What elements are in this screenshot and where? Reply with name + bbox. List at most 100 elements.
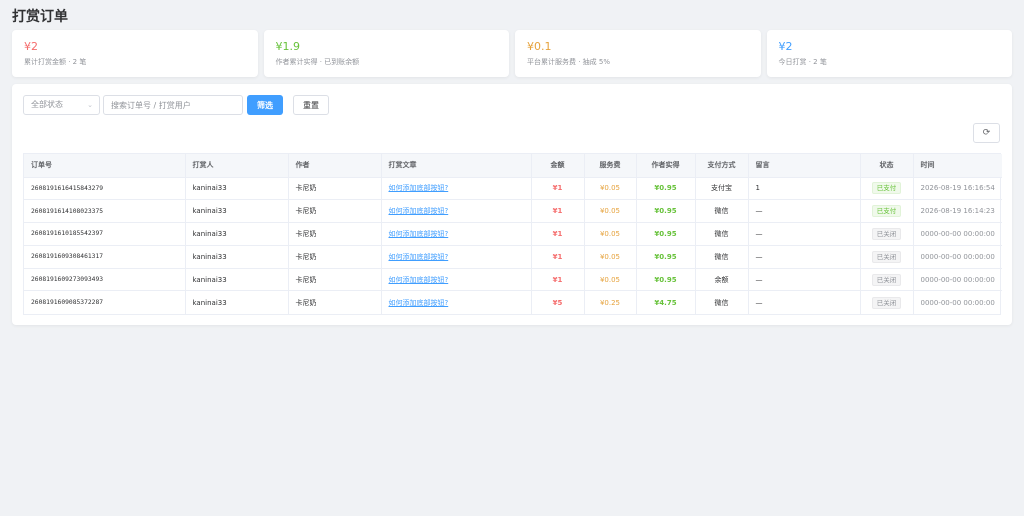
orders-panel: 全部状态 ⌄ 筛选 重置 ⟳ 订单号 打赏人 作者 打赏文章 金额 服务费 作者 bbox=[12, 84, 1012, 325]
column-header: 时间 bbox=[913, 154, 1002, 178]
amount: ¥1 bbox=[531, 177, 585, 201]
service-fee: ¥0.25 bbox=[584, 290, 637, 314]
order-number: 2608191609273093493 bbox=[24, 268, 186, 292]
filter-button[interactable]: 筛选 bbox=[247, 95, 283, 115]
page-title: 打赏订单 bbox=[12, 9, 68, 25]
amount: ¥5 bbox=[531, 290, 585, 314]
table-header-row: 订单号 打赏人 作者 打赏文章 金额 服务费 作者实得 支付方式 留言 状态 时… bbox=[24, 154, 1002, 178]
tipper-name: kaninai33 bbox=[185, 177, 289, 201]
article-link[interactable]: 如何添加底部按钮? bbox=[389, 207, 449, 215]
tipper-name: kaninai33 bbox=[185, 268, 289, 292]
table-row: 2608191614108023375 kaninai33 卡尼奶 如何添加底部按钮?… bbox=[24, 199, 1002, 224]
payment-method: 微信 bbox=[695, 245, 749, 269]
stat-card-author-net: ¥1.9 作者累计实得 · 已到账余额 bbox=[263, 30, 509, 77]
author-net: ¥0.95 bbox=[636, 222, 696, 246]
amount: ¥1 bbox=[531, 245, 585, 269]
article-link[interactable]: 如何添加底部按钮? bbox=[389, 253, 449, 261]
column-header: 打赏人 bbox=[185, 154, 289, 178]
author-net: ¥0.95 bbox=[636, 268, 696, 292]
stat-card-today-tips: ¥2 今日打赏 · 2 笔 bbox=[766, 30, 1012, 77]
stat-desc-total-tips: 累计打赏金额 · 2 笔 bbox=[24, 58, 87, 66]
order-number: 2608191609308461317 bbox=[24, 245, 186, 269]
author-name: 卡尼奶 bbox=[288, 199, 382, 224]
reset-button[interactable]: 重置 bbox=[293, 95, 329, 115]
tipper-name: kaninai33 bbox=[185, 222, 289, 246]
status-badge: 已关闭 bbox=[871, 250, 902, 263]
order-time: 2026-08-19 16:14:23 bbox=[913, 199, 1002, 224]
article-link[interactable]: 如何添加底部按钮? bbox=[389, 184, 449, 192]
author-net: ¥0.95 bbox=[636, 245, 696, 269]
stats-bar: ¥2 累计打赏金额 · 2 笔 ¥1.9 作者累计实得 · 已到账余额 ¥0.1… bbox=[12, 30, 1012, 77]
column-header: 状态 bbox=[860, 154, 914, 178]
stat-desc-platform-fee: 平台累计服务费 · 抽成 5% bbox=[527, 58, 611, 66]
message: — bbox=[748, 290, 861, 314]
status-badge: 已支付 bbox=[871, 205, 902, 218]
column-header: 支付方式 bbox=[695, 154, 749, 178]
author-name: 卡尼奶 bbox=[288, 222, 382, 246]
order-time: 0000-00-00 00:00:00 bbox=[913, 245, 1002, 269]
table-row: 2608191609085372287 kaninai33 卡尼奶 如何添加底部按钮?… bbox=[24, 290, 1002, 314]
column-header: 作者 bbox=[288, 154, 382, 178]
stat-card-platform-fee: ¥0.1 平台累计服务费 · 抽成 5% bbox=[515, 30, 761, 77]
order-time: 0000-00-00 00:00:00 bbox=[913, 268, 1002, 292]
message: — bbox=[748, 245, 861, 269]
order-time: 0000-00-00 00:00:00 bbox=[913, 222, 1002, 246]
stat-value-author-net: ¥1.9 bbox=[275, 40, 301, 53]
article-link[interactable]: 如何添加底部按钮? bbox=[389, 230, 449, 238]
search-input[interactable] bbox=[103, 95, 243, 115]
stat-desc-author-net: 作者累计实得 · 已到账余额 bbox=[275, 58, 360, 66]
payment-method: 支付宝 bbox=[695, 177, 749, 201]
column-header: 订单号 bbox=[24, 154, 186, 178]
payment-method: 微信 bbox=[695, 290, 749, 314]
stat-value-today-tips: ¥2 bbox=[778, 40, 793, 53]
payment-method: 余额 bbox=[695, 268, 749, 292]
author-name: 卡尼奶 bbox=[288, 268, 382, 292]
status-badge: 已关闭 bbox=[871, 296, 902, 309]
amount: ¥1 bbox=[531, 199, 585, 224]
amount: ¥1 bbox=[531, 222, 585, 246]
tipper-name: kaninai33 bbox=[185, 290, 289, 314]
article-link[interactable]: 如何添加底部按钮? bbox=[389, 299, 449, 307]
message: — bbox=[748, 268, 861, 292]
table-row: 2608191610185542397 kaninai33 卡尼奶 如何添加底部按钮?… bbox=[24, 222, 1002, 246]
order-number: 2608191610185542397 bbox=[24, 222, 186, 246]
status-select-value: 全部状态 bbox=[31, 100, 63, 109]
refresh-icon: ⟳ bbox=[982, 128, 991, 138]
author-name: 卡尼奶 bbox=[288, 245, 382, 269]
table-row: 2608191616415843279 kaninai33 卡尼奶 如何添加底部按钮?… bbox=[24, 177, 1002, 201]
author-net: ¥0.95 bbox=[636, 177, 696, 201]
order-time: 0000-00-00 00:00:00 bbox=[920, 298, 995, 307]
status-badge: 已支付 bbox=[871, 182, 902, 195]
tipper-name: kaninai33 bbox=[185, 199, 289, 224]
author-name: 卡尼奶 bbox=[288, 177, 382, 201]
stat-desc-today-tips: 今日打赏 · 2 笔 bbox=[778, 58, 827, 66]
status-select[interactable]: 全部状态 ⌄ bbox=[23, 95, 100, 115]
author-net: ¥4.75 bbox=[636, 290, 696, 314]
message: — bbox=[748, 222, 861, 246]
service-fee: ¥0.05 bbox=[584, 177, 637, 201]
order-time: 2026-08-19 16:16:54 bbox=[913, 177, 1002, 201]
orders-table: 订单号 打赏人 作者 打赏文章 金额 服务费 作者实得 支付方式 留言 状态 时… bbox=[23, 153, 1002, 315]
table-row: 2608191609273093493 kaninai33 卡尼奶 如何添加底部按钮?… bbox=[24, 268, 1002, 292]
column-header: 留言 bbox=[748, 154, 861, 178]
service-fee: ¥0.05 bbox=[584, 245, 637, 269]
payment-method: 微信 bbox=[695, 222, 749, 246]
service-fee: ¥0.05 bbox=[584, 268, 637, 292]
table-row: 2608191609308461317 kaninai33 卡尼奶 如何添加底部按钮?… bbox=[24, 245, 1002, 269]
refresh-button[interactable]: ⟳ bbox=[973, 123, 1000, 143]
stat-value-platform-fee: ¥0.1 bbox=[527, 40, 552, 53]
article-link[interactable]: 如何添加底部按钮? bbox=[389, 276, 449, 284]
status-badge: 已关闭 bbox=[871, 273, 902, 286]
message: 1 bbox=[748, 177, 861, 201]
author-name: 卡尼奶 bbox=[288, 290, 382, 314]
order-number: 2608191609085372287 bbox=[24, 290, 186, 314]
column-header: 打赏文章 bbox=[381, 154, 532, 178]
author-net: ¥0.95 bbox=[636, 199, 696, 224]
tipper-name: kaninai33 bbox=[185, 245, 289, 269]
stat-card-total-tips: ¥2 累计打赏金额 · 2 笔 bbox=[12, 30, 258, 77]
message: — bbox=[748, 199, 861, 224]
order-number: 2608191616415843279 bbox=[24, 177, 186, 201]
service-fee: ¥0.05 bbox=[584, 199, 637, 224]
column-header: 作者实得 bbox=[636, 154, 696, 178]
status-badge: 已关闭 bbox=[871, 227, 902, 240]
